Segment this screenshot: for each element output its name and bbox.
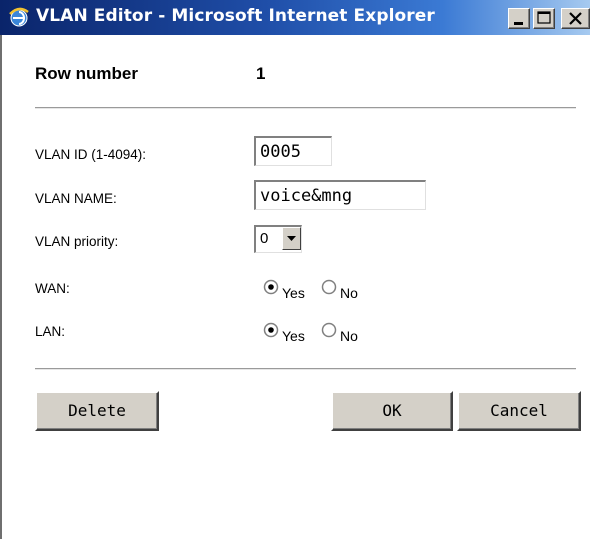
wan-no-label: No bbox=[340, 285, 358, 301]
cancel-button[interactable]: Cancel bbox=[457, 391, 581, 431]
title-bar[interactable]: VLAN Editor - Microsoft Internet Explore… bbox=[0, 0, 590, 35]
wan-label: WAN: bbox=[35, 281, 70, 296]
vlan-id-label: VLAN ID (1-4094): bbox=[35, 147, 147, 162]
vlan-priority-label: VLAN priority: bbox=[35, 234, 119, 249]
lan-no-radio[interactable] bbox=[321, 322, 337, 338]
vlan-editor-window: VLAN Editor - Microsoft Internet Explore… bbox=[0, 0, 590, 539]
wan-yes-label: Yes bbox=[282, 285, 305, 301]
wan-no-radio[interactable] bbox=[321, 279, 337, 295]
window-title: VLAN Editor - Microsoft Internet Explore… bbox=[36, 6, 435, 26]
top-divider bbox=[35, 107, 576, 109]
close-button[interactable] bbox=[561, 8, 590, 29]
close-icon bbox=[569, 12, 582, 25]
dialog-content: Row number 1 VLAN ID (1-4094): 0005 VLAN… bbox=[2, 35, 590, 539]
wan-yes-radio[interactable] bbox=[263, 279, 279, 295]
lan-yes-radio[interactable] bbox=[263, 322, 279, 338]
delete-button[interactable]: Delete bbox=[35, 391, 159, 431]
lan-no-label: No bbox=[340, 328, 358, 344]
ok-button[interactable]: OK bbox=[331, 391, 453, 431]
row-number-value: 1 bbox=[256, 64, 266, 83]
lan-label: LAN: bbox=[35, 324, 66, 339]
vlan-name-input[interactable]: voice&mng bbox=[254, 180, 426, 210]
vlan-priority-select[interactable]: 0 bbox=[254, 225, 302, 253]
vlan-id-input[interactable]: 0005 bbox=[254, 136, 332, 166]
vlan-name-label: VLAN NAME: bbox=[35, 191, 117, 206]
maximize-icon bbox=[537, 11, 551, 24]
minimize-button[interactable] bbox=[508, 8, 530, 29]
maximize-button[interactable] bbox=[533, 8, 555, 29]
ie-icon bbox=[8, 6, 30, 28]
minimize-icon bbox=[514, 22, 523, 25]
vlan-priority-value: 0 bbox=[260, 230, 269, 247]
row-number-label: Row number bbox=[35, 64, 138, 83]
bottom-divider bbox=[35, 368, 576, 370]
lan-yes-label: Yes bbox=[282, 328, 305, 344]
chevron-down-icon[interactable] bbox=[282, 227, 301, 250]
